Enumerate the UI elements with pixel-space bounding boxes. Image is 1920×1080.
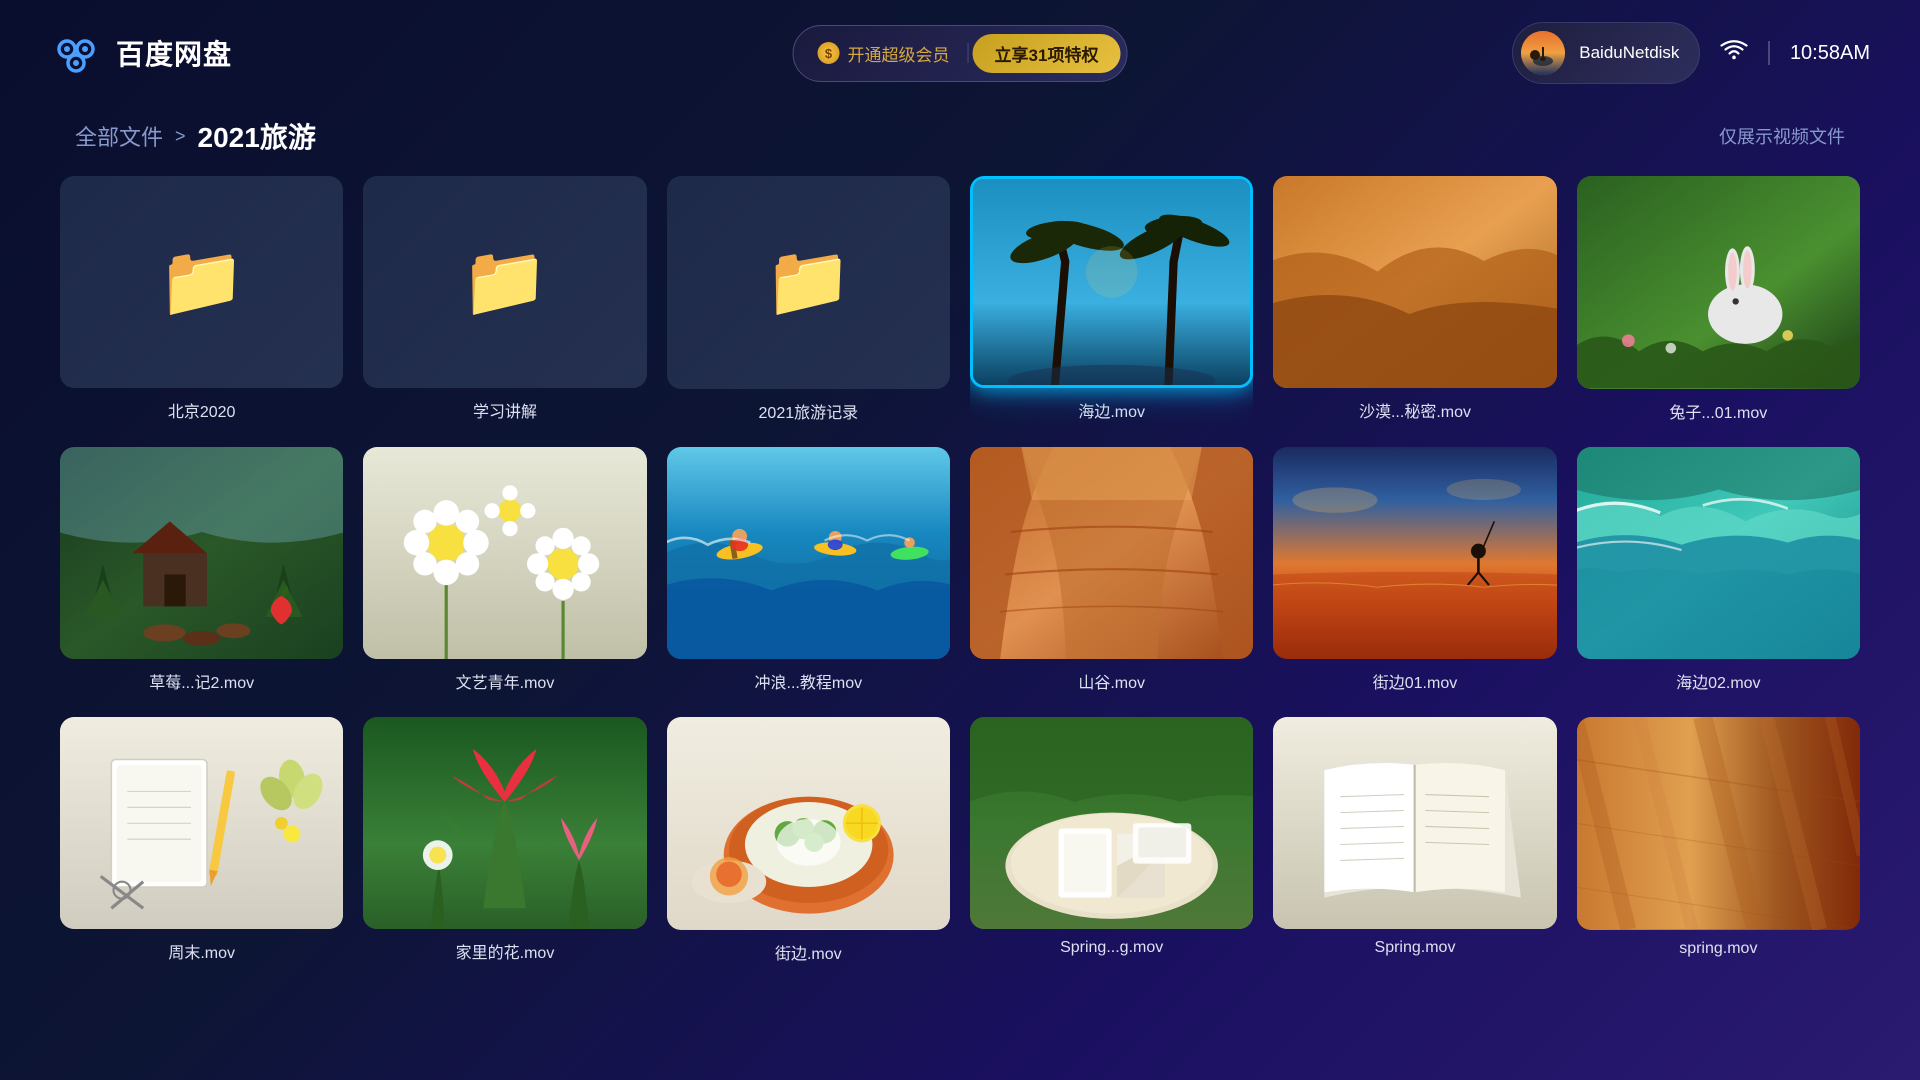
header: 百度网盘 $ 开通超级会员 立享31项特权 [0, 0, 1920, 106]
folder-icon: 📁 [765, 241, 852, 323]
folder-thumbnail: 📁 [60, 176, 343, 388]
wifi-icon [1720, 39, 1748, 67]
video-thumbnail [363, 717, 646, 929]
breadcrumb: 全部文件 > 2021旅游 仅展示视频文件 [0, 106, 1920, 176]
video-thumbnail [1577, 447, 1860, 660]
file-label: 街边01.mov [1369, 669, 1461, 693]
file-label: spring.mov [1675, 940, 1761, 958]
file-label: 周末.mov [164, 939, 239, 963]
file-label: 北京2020 [164, 398, 240, 422]
avatar [1521, 31, 1565, 75]
vip-divider [968, 43, 969, 63]
file-label: Spring...g.mov [1056, 939, 1167, 957]
file-grid: 📁 北京2020 📁 学习讲解 📁 2021旅游记录 [0, 176, 1920, 964]
video-thumbnail [60, 717, 343, 929]
folder-icon: 📁 [461, 241, 548, 323]
header-divider [1768, 41, 1770, 65]
list-item[interactable]: 草莓...记2.mov [60, 447, 343, 694]
video-thumbnail [970, 717, 1253, 929]
logo-text: 百度网盘 [116, 33, 232, 73]
list-item[interactable]: 家里的花.mov [363, 717, 646, 964]
breadcrumb-arrow-icon: > [175, 126, 186, 147]
user-name-label: BaiduNetdisk [1579, 43, 1679, 63]
list-item[interactable]: 📁 2021旅游记录 [667, 176, 950, 423]
vip-open-btn[interactable]: $ 开通超级会员 [800, 35, 968, 72]
list-item[interactable]: 街边01.mov [1273, 447, 1556, 694]
list-item[interactable]: 文艺青年.mov [363, 447, 646, 694]
breadcrumb-all-files[interactable]: 全部文件 [75, 120, 163, 152]
folder-icon: 📁 [158, 241, 245, 323]
list-item[interactable]: 海边02.mov [1577, 447, 1860, 694]
folder-thumbnail: 📁 [667, 176, 950, 389]
file-label: Spring.mov [1371, 939, 1460, 957]
list-item[interactable]: 街边.mov [667, 717, 950, 964]
video-thumbnail-selected [970, 176, 1253, 388]
video-thumbnail [1577, 717, 1860, 930]
vip-coin-icon: $ [818, 42, 840, 64]
file-label: 草莓...记2.mov [145, 669, 258, 693]
baidu-logo-icon [50, 27, 102, 79]
file-label: 海边02.mov [1672, 669, 1764, 693]
file-label: 2021旅游记录 [755, 399, 863, 423]
file-label: 兔子...01.mov [1665, 399, 1771, 423]
folder-thumbnail: 📁 [363, 176, 646, 388]
list-item[interactable]: 📁 北京2020 [60, 176, 343, 423]
file-label: 沙漠...秘密.mov [1355, 398, 1475, 422]
video-thumbnail [667, 717, 950, 930]
vip-banner-container: $ 开通超级会员 立享31项特权 [793, 25, 1128, 82]
video-thumbnail [1273, 447, 1556, 659]
vip-banner[interactable]: $ 开通超级会员 立享31项特权 [793, 25, 1128, 82]
video-thumbnail [1577, 176, 1860, 389]
list-item[interactable]: 沙漠...秘密.mov [1273, 176, 1556, 423]
list-item[interactable]: 海边.mov [970, 176, 1253, 423]
video-thumbnail [60, 447, 343, 659]
list-item[interactable]: spring.mov [1577, 717, 1860, 964]
file-label: 街边.mov [771, 940, 846, 964]
video-thumbnail [667, 447, 950, 660]
user-button[interactable]: BaiduNetdisk [1512, 22, 1700, 84]
breadcrumb-current-folder: 2021旅游 [198, 116, 316, 156]
file-label: 学习讲解 [469, 398, 541, 422]
file-label: 冲浪...教程mov [751, 669, 867, 693]
list-item[interactable]: Spring...g.mov [970, 717, 1253, 964]
list-item[interactable]: Spring.mov [1273, 717, 1556, 964]
logo: 百度网盘 [50, 27, 232, 79]
filter-video-label: 仅展示视频文件 [1719, 123, 1845, 149]
clock: 10:58AM [1790, 42, 1870, 65]
file-label: 家里的花.mov [452, 939, 559, 963]
file-label: 文艺青年.mov [452, 669, 559, 693]
list-item[interactable]: 周末.mov [60, 717, 343, 964]
video-thumbnail [970, 447, 1253, 659]
video-thumbnail [1273, 717, 1556, 929]
vip-privilege-btn[interactable]: 立享31项特权 [973, 34, 1121, 73]
video-thumbnail [1273, 176, 1556, 388]
list-item[interactable]: 冲浪...教程mov [667, 447, 950, 694]
list-item[interactable]: 山谷.mov [970, 447, 1253, 694]
file-label: 海边.mov [1074, 398, 1149, 422]
list-item[interactable]: 📁 学习讲解 [363, 176, 646, 423]
video-thumbnail [363, 447, 646, 659]
header-right: BaiduNetdisk 10:58AM [1512, 22, 1870, 84]
list-item[interactable]: 兔子...01.mov [1577, 176, 1860, 423]
file-label: 山谷.mov [1074, 669, 1149, 693]
